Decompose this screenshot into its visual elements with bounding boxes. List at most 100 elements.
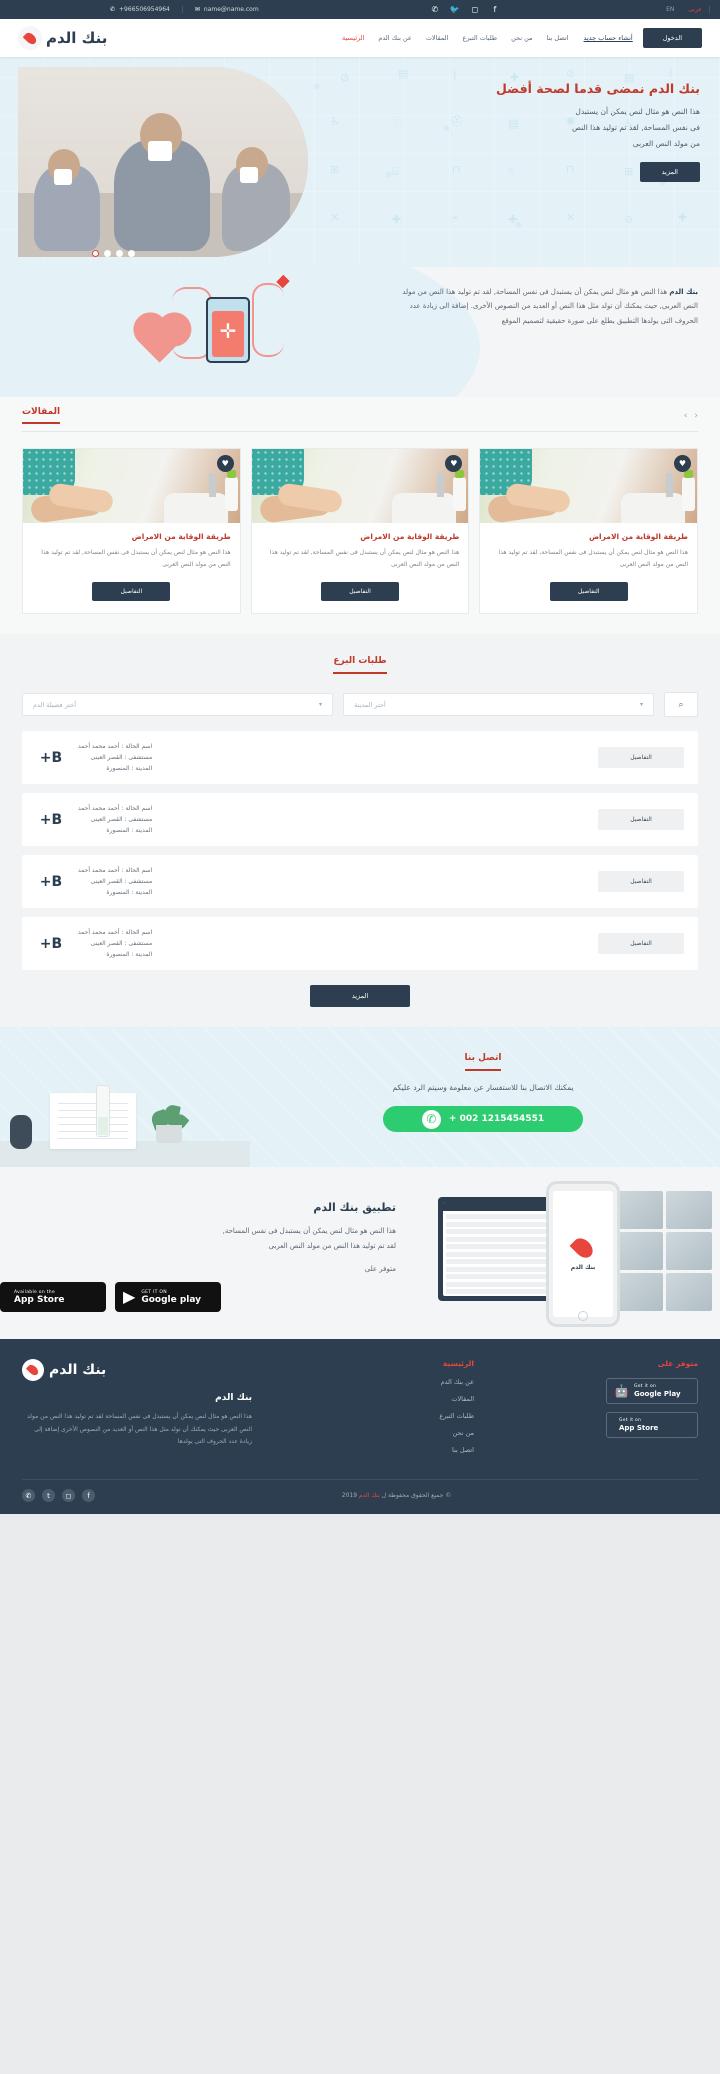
whatsapp-contact-button[interactable]: ✆ + 002 1215454551 bbox=[383, 1106, 583, 1132]
appstore-big-label: App Store bbox=[14, 1294, 65, 1305]
footer-stores-column: متوفر على 🤖 Get it on Google Play Get it… bbox=[606, 1359, 698, 1463]
article-text: هذا النص هو مثال لنص يمكن أن يستبدل فى ن… bbox=[41, 549, 231, 568]
nav-item-about-bank[interactable]: عن بنك الدم bbox=[371, 34, 418, 42]
googleplay-button[interactable]: ▶ GET IT ON Google play bbox=[115, 1282, 221, 1313]
login-button[interactable]: الدخول bbox=[642, 28, 702, 48]
footer-link-articles[interactable]: المقالات bbox=[384, 1395, 474, 1403]
app-line-2: لقد تم توليد هذا النص من مولد النص العرب… bbox=[268, 1241, 396, 1250]
donation-city: المدينة : المنصورة bbox=[106, 889, 153, 897]
play-icon: ▶ bbox=[123, 1287, 136, 1307]
envelope-icon: ✉ bbox=[194, 6, 200, 13]
carousel-dot-2[interactable] bbox=[116, 250, 123, 257]
article-details-button[interactable]: التفاصيل bbox=[549, 582, 628, 601]
nav-item-articles[interactable]: المقالات bbox=[419, 34, 456, 42]
article-body: طريقة الوقاية من الامراض هذا النص هو مثا… bbox=[252, 523, 469, 613]
article-details-button[interactable]: التفاصيل bbox=[321, 582, 399, 601]
nav-item-contact[interactable]: اتصل بنا bbox=[540, 34, 576, 42]
nav-links: اتصل بنا من نحن طلبات التبرع المقالات عن… bbox=[107, 34, 575, 42]
footer-about-text: هذا النص هو مثال لنص يمكن أن يستبدل فى ن… bbox=[26, 1413, 252, 1446]
footer-columns: متوفر على 🤖 Get it on Google Play Get it… bbox=[22, 1359, 698, 1463]
facebook-icon[interactable]: f bbox=[490, 5, 499, 14]
lang-en[interactable]: EN bbox=[659, 6, 681, 13]
topbar-social-group: ✆ 🐦 ◻ f bbox=[430, 5, 499, 14]
about-body: هذا النص هو مثال لنص يمكن أن يستبدل فى ن… bbox=[402, 288, 698, 325]
brand-logo[interactable]: بنك الدم bbox=[18, 26, 108, 50]
pill-icon: ⊘ bbox=[340, 71, 350, 84]
donation-details-button[interactable]: التفاصيل bbox=[598, 747, 684, 768]
hero-more-button[interactable]: المزيد bbox=[639, 162, 700, 183]
article-card[interactable]: ♥ طريقة الوقاية من الامراض هذا النص هو م… bbox=[479, 448, 698, 614]
footer-link-contact[interactable]: اتصل بنا bbox=[384, 1446, 474, 1454]
footer-link-about-bank[interactable]: عن بنك الدم bbox=[384, 1378, 474, 1386]
carousel-dot-4[interactable] bbox=[92, 250, 99, 257]
carousel-dots bbox=[92, 250, 135, 257]
donation-filters: ⌕ ▾ أختر المدينة ▾ أختر فصيلة الدم bbox=[22, 684, 698, 731]
cross-icon: ✚ bbox=[392, 213, 402, 226]
blood-type-select[interactable]: ▾ أختر فصيلة الدم bbox=[22, 693, 333, 716]
facebook-icon[interactable]: f bbox=[82, 1489, 95, 1502]
topbar-phone[interactable]: ✆ +966506954964 bbox=[98, 6, 182, 13]
city-select[interactable]: ▾ أختر المدينة bbox=[343, 693, 654, 716]
page-root: ✆ +966506954964 ✉ name@name.com ✆ 🐦 ◻ f … bbox=[0, 0, 720, 1514]
donation-row[interactable]: التفاصيل اسم الحالة : أحمد محمد أحمد مست… bbox=[22, 731, 698, 784]
whatsapp-icon[interactable]: ✆ bbox=[430, 5, 439, 14]
topbar-email[interactable]: ✉ name@name.com bbox=[181, 6, 271, 13]
whatsapp-icon: ✆ bbox=[421, 1109, 441, 1129]
nav-auth-group: الدخول أنشاء حساب جديد bbox=[584, 28, 702, 48]
donation-info: اسم الحالة : أحمد محمد أحمد مستشفى : الق… bbox=[78, 865, 152, 898]
chevron-left-icon[interactable]: ‹ bbox=[694, 411, 698, 421]
article-title: طريقة الوقاية من الامراض bbox=[131, 532, 231, 541]
search-button[interactable]: ⌕ bbox=[664, 692, 698, 717]
appstore-button[interactable]: Available on the App Store bbox=[0, 1282, 106, 1313]
blood-drop-icon bbox=[569, 1234, 597, 1262]
footer-logo[interactable]: بنك الدم bbox=[22, 1359, 252, 1381]
footer-brand-column: بنك الدم بنك الدم هذا النص هو مثال لنص ي… bbox=[22, 1359, 252, 1463]
footer-googleplay-button[interactable]: 🤖 Get it on Google Play bbox=[606, 1378, 698, 1404]
android-icon: 🤖 bbox=[614, 1384, 629, 1398]
chevron-right-icon[interactable]: › bbox=[684, 411, 688, 421]
nav-item-about-us[interactable]: من نحن bbox=[504, 34, 539, 42]
donation-details-button[interactable]: التفاصيل bbox=[598, 871, 684, 892]
donation-info: اسم الحالة : أحمد محمد أحمد مستشفى : الق… bbox=[78, 741, 152, 774]
donation-row[interactable]: التفاصيل اسم الحالة : أحمد محمد أحمد مست… bbox=[22, 855, 698, 908]
nav-item-home[interactable]: الرئيسية bbox=[335, 34, 371, 42]
phone-mockup: بنك الدم bbox=[546, 1181, 620, 1327]
twitter-icon[interactable]: t bbox=[42, 1489, 55, 1502]
register-link[interactable]: أنشاء حساب جديد bbox=[584, 34, 633, 42]
article-body: طريقة الوقاية من الامراض هذا النص هو مثا… bbox=[23, 523, 240, 613]
footer-copyright-bar: ✆ t ◻ f جميع الحقوق محفوظة ل بنك الدم 20… bbox=[22, 1479, 698, 1502]
article-card[interactable]: ♥ طريقة الوقاية من الامراض هذا النص هو م… bbox=[21, 448, 241, 614]
donation-details-button[interactable]: التفاصيل bbox=[598, 809, 684, 830]
carousel-dot-1[interactable] bbox=[128, 250, 135, 257]
footer-appstore-button[interactable]: Get it on App Store bbox=[606, 1412, 698, 1438]
donation-more-button[interactable]: المزيد bbox=[310, 985, 410, 1007]
donation-requests-section: طلبات البرع ⌕ ▾ أختر المدينة ▾ أختر فصيل… bbox=[0, 634, 720, 1027]
instagram-icon[interactable]: ◻ bbox=[62, 1489, 75, 1502]
carousel-dot-3[interactable] bbox=[104, 250, 111, 257]
heart-icon[interactable]: ♥ bbox=[216, 455, 234, 472]
footer-link-about-us[interactable]: من نحن bbox=[384, 1429, 474, 1437]
twitter-icon[interactable]: 🐦 bbox=[450, 5, 460, 14]
blood-type-badge: B+ bbox=[39, 749, 63, 766]
article-details-button[interactable]: التفاصيل bbox=[92, 582, 171, 601]
instagram-icon[interactable]: ◻ bbox=[470, 5, 479, 14]
nav-item-requests[interactable]: طلبات التبرع bbox=[455, 34, 504, 42]
about-text: بنك الدم هذا النص هو مثال لنص يمكن أن يس… bbox=[398, 285, 698, 328]
heart-icon[interactable]: ♥ bbox=[674, 455, 691, 472]
app-title: تطبيق بنك الدم bbox=[313, 1201, 396, 1214]
donation-details-button[interactable]: التفاصيل bbox=[598, 933, 684, 954]
pill2-icon: ⊘ bbox=[566, 67, 576, 80]
cross3-icon: ✚ bbox=[678, 211, 688, 224]
blood-type-badge: B+ bbox=[39, 811, 63, 828]
donation-title: طلبات البرع bbox=[333, 656, 387, 674]
footer-link-requests[interactable]: طلبات التبرع bbox=[384, 1412, 474, 1420]
whatsapp-icon[interactable]: ✆ bbox=[22, 1489, 35, 1502]
phone-brand-label: بنك الدم bbox=[570, 1264, 596, 1271]
lang-ar[interactable]: عربى bbox=[681, 6, 710, 13]
about-brand-highlight: بنك الدم bbox=[669, 288, 698, 296]
donation-row[interactable]: التفاصيل اسم الحالة : أحمد محمد أحمد مست… bbox=[22, 793, 698, 846]
donation-row[interactable]: التفاصيل اسم الحالة : أحمد محمد أحمد مست… bbox=[22, 917, 698, 970]
article-image: ♥ bbox=[480, 449, 697, 523]
article-card[interactable]: ♥ طريقة الوقاية من الامراض هذا النص هو م… bbox=[250, 448, 470, 614]
copyright-brand: بنك الدم bbox=[358, 1492, 380, 1499]
